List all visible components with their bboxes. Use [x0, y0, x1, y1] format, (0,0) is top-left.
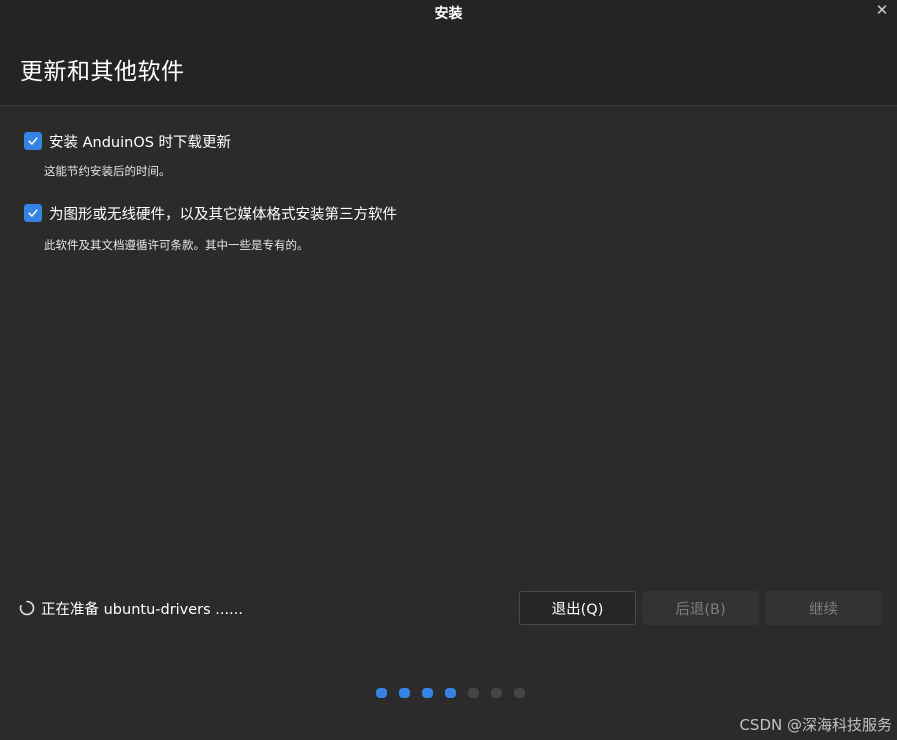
spinner-icon [19, 600, 35, 616]
progress-dot [468, 688, 479, 698]
download-updates-label[interactable]: 安装 AnduinOS 时下载更新 [49, 131, 231, 152]
quit-button[interactable]: 退出(Q) [519, 591, 636, 625]
progress-dot [376, 688, 387, 698]
status-text: 正在准备 ubuntu-drivers ...... [41, 601, 243, 618]
third-party-description: 此软件及其文档遵循许可条款。其中一些是专有的。 [44, 238, 309, 252]
close-icon[interactable]: ✕ [873, 1, 891, 19]
third-party-checkbox[interactable] [24, 204, 42, 222]
download-updates-description: 这能节约安装后的时间。 [44, 164, 171, 178]
page-title: 更新和其他软件 [20, 59, 185, 85]
status-indicator: 正在准备 ubuntu-drivers ...... [19, 598, 243, 618]
checkmark-icon [28, 209, 38, 217]
progress-dots [376, 688, 525, 698]
header-bar: 安装 ✕ 更新和其他软件 [0, 0, 897, 106]
third-party-label[interactable]: 为图形或无线硬件，以及其它媒体格式安装第三方软件 [49, 203, 397, 224]
continue-button[interactable]: 继续 [765, 591, 882, 625]
download-updates-checkbox[interactable] [24, 132, 42, 150]
progress-dot [514, 688, 525, 698]
progress-dot [491, 688, 502, 698]
progress-dot [445, 688, 456, 698]
window-title: 安装 [434, 6, 463, 22]
progress-dot [399, 688, 410, 698]
back-button[interactable]: 后退(B) [642, 591, 759, 625]
checkmark-icon [28, 137, 38, 145]
progress-dot [422, 688, 433, 698]
watermark: CSDN @深海科技服务 [739, 716, 892, 734]
